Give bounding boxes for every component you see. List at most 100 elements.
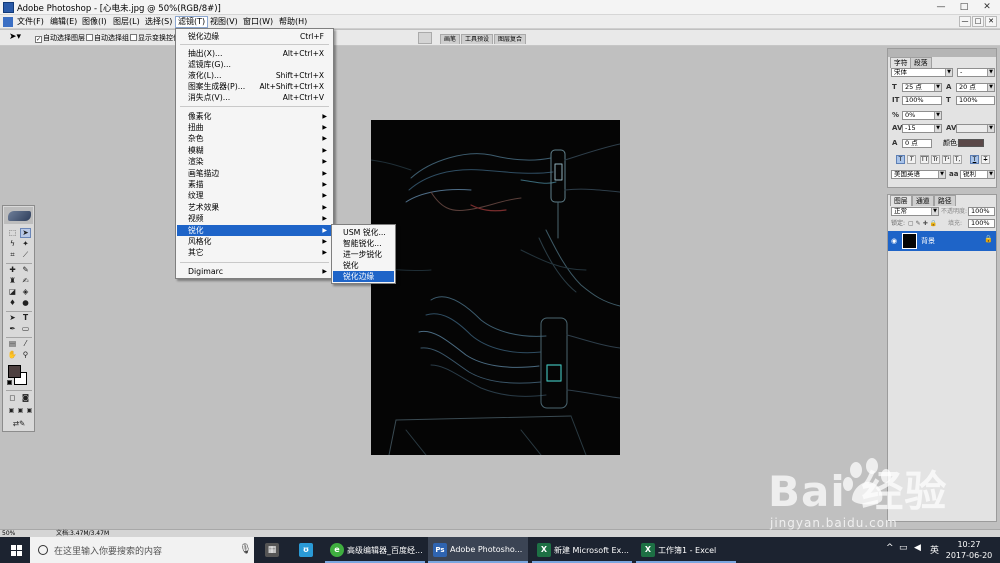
tab-brushes[interactable]: 画笔: [440, 34, 461, 44]
text-color-swatch[interactable]: [958, 139, 984, 147]
font-style-select[interactable]: - ▼: [957, 68, 995, 77]
lock-icons[interactable]: ▢✎✚🔒: [908, 220, 939, 227]
language-select[interactable]: 美国英语 ▼: [891, 170, 946, 179]
rectangle-tool-icon[interactable]: ▭: [20, 324, 31, 334]
doc-close-button[interactable]: ✕: [985, 16, 997, 27]
palette-well-icon[interactable]: [418, 32, 432, 44]
tab-tool-presets[interactable]: 工具预设: [461, 34, 494, 44]
anti-alias-select[interactable]: 锐利 ▼: [960, 170, 995, 179]
blur-tool-icon[interactable]: ♦: [7, 298, 18, 308]
jump-to-imageready-icon[interactable]: ⇄✎: [8, 419, 30, 429]
move-tool-icon[interactable]: ➤▾: [9, 32, 21, 42]
menu-item-artistic[interactable]: 艺术效果 ▶: [177, 202, 332, 213]
font-size-field[interactable]: 25 点 ▼: [902, 83, 942, 92]
taskbar-calculator[interactable]: ▦: [258, 537, 286, 563]
screen-mode-full-icon[interactable]: ▣: [24, 406, 35, 416]
menu-item-other[interactable]: 其它 ▶: [177, 247, 332, 258]
doc-minimize-button[interactable]: —: [959, 16, 971, 27]
tab-paths[interactable]: 路径: [934, 195, 956, 206]
leading-field[interactable]: 20 点 ▼: [956, 83, 995, 92]
faux-bold-button[interactable]: T: [896, 155, 905, 164]
standard-mode-icon[interactable]: ◻: [7, 393, 18, 403]
menu-window[interactable]: 窗口(W): [241, 16, 275, 28]
menu-item-noise[interactable]: 杂色 ▶: [177, 133, 332, 144]
strikethrough-button[interactable]: T: [981, 155, 990, 164]
pen-tool-icon[interactable]: ✒: [7, 324, 18, 334]
path-selection-tool-icon[interactable]: ➤: [7, 313, 18, 323]
menu-item-brush-strokes[interactable]: 画笔描边 ▶: [177, 168, 332, 179]
crop-tool-icon[interactable]: ⌗: [7, 250, 18, 260]
menu-image[interactable]: 图像(I): [80, 16, 109, 28]
tab-layer-comps[interactable]: 图层复合: [494, 34, 527, 44]
show-hidden-icons-icon[interactable]: ^: [886, 543, 894, 553]
close-button[interactable]: ✕: [974, 1, 1000, 14]
menu-item-texture[interactable]: 纹理 ▶: [177, 190, 332, 201]
menu-layer[interactable]: 图层(L): [111, 16, 142, 28]
menu-item-vanishing-point[interactable]: 消失点(V)... Alt+Ctrl+V: [177, 92, 332, 103]
taskbar-item-editor[interactable]: e 高级编辑器_百度经...: [325, 537, 425, 563]
menu-item-digimarc[interactable]: Digimarc ▶: [177, 266, 332, 277]
menu-item-blur[interactable]: 模糊 ▶: [177, 145, 332, 156]
submenu-item-smart-sharpen[interactable]: 智能锐化...: [333, 238, 394, 249]
healing-brush-tool-icon[interactable]: ✚: [7, 265, 18, 275]
menu-help[interactable]: 帮助(H): [277, 16, 309, 28]
taskbar-search[interactable]: 在这里输入你要搜索的内容 🎙: [30, 537, 254, 563]
history-brush-tool-icon[interactable]: ✍: [20, 276, 31, 286]
panel-header[interactable]: [888, 49, 996, 57]
network-icon[interactable]: ▭: [899, 543, 908, 553]
magic-wand-tool-icon[interactable]: ✦: [20, 239, 31, 249]
menu-item-sharpen[interactable]: 锐化 ▶: [177, 225, 332, 236]
foreground-color-swatch[interactable]: [8, 365, 21, 378]
taskbar-item-excel-new[interactable]: X 新建 Microsoft Ex...: [532, 537, 632, 563]
superscript-button[interactable]: T¹: [942, 155, 951, 164]
menu-item-video[interactable]: 视频 ▶: [177, 213, 332, 224]
auto-select-layer-option[interactable]: ✓ 自动选择图层: [35, 33, 85, 43]
hand-tool-icon[interactable]: ✋: [7, 350, 18, 360]
underline-button[interactable]: T: [970, 155, 979, 164]
zoom-tool-icon[interactable]: ⚲: [20, 350, 31, 360]
checkbox-icon[interactable]: [130, 34, 137, 41]
submenu-item-sharpen[interactable]: 锐化: [333, 260, 394, 271]
menu-select[interactable]: 选择(S): [143, 16, 174, 28]
menu-item-extract[interactable]: 抽出(X)... Alt+Ctrl+X: [177, 48, 332, 59]
faux-italic-button[interactable]: T: [907, 155, 916, 164]
lasso-tool-icon[interactable]: ϟ: [7, 239, 18, 249]
eraser-tool-icon[interactable]: ◪: [7, 287, 18, 297]
menu-item-render[interactable]: 渲染 ▶: [177, 156, 332, 167]
menu-edit[interactable]: 编辑(E): [48, 16, 79, 28]
small-caps-button[interactable]: Tr: [931, 155, 940, 164]
paint-bucket-tool-icon[interactable]: ◈: [20, 287, 31, 297]
menu-item-pixelate[interactable]: 像素化 ▶: [177, 111, 332, 122]
taskbar-item-excel-workbook[interactable]: X 工作簿1 - Excel: [636, 537, 736, 563]
horizontal-scale-field[interactable]: 100%: [956, 96, 995, 105]
kerning-field[interactable]: -15 ▼: [902, 124, 942, 133]
submenu-item-usm-sharpen[interactable]: USM 锐化...: [333, 227, 394, 238]
notes-tool-icon[interactable]: ▤: [7, 339, 18, 349]
menu-item-last-filter[interactable]: 锐化边缘 Ctrl+F: [177, 31, 332, 42]
menu-item-filter-gallery[interactable]: 滤镜库(G)...: [177, 59, 332, 70]
menu-item-liquify[interactable]: 液化(L)... Shift+Ctrl+X: [177, 70, 332, 81]
tab-layers[interactable]: 图层: [890, 195, 912, 206]
document-canvas[interactable]: [371, 120, 620, 455]
toolbox-header[interactable]: [4, 207, 33, 224]
layer-row-background[interactable]: ◉ 背景 🔒: [888, 231, 996, 251]
system-clock[interactable]: 10:27 2017-06-20: [944, 539, 994, 561]
doc-restore-button[interactable]: □: [972, 16, 984, 27]
show-transform-option[interactable]: 显示变换控件: [130, 33, 180, 43]
taskbar-app-store[interactable]: ʊ: [292, 537, 320, 563]
opacity-field[interactable]: 100%: [968, 207, 995, 216]
tab-paragraph[interactable]: 段落: [910, 57, 932, 68]
volume-icon[interactable]: ◀: [914, 543, 921, 553]
type-tool-icon[interactable]: T: [20, 313, 31, 323]
checkbox-icon[interactable]: [86, 34, 93, 41]
quick-mask-icon[interactable]: ◙: [20, 393, 31, 403]
tab-channels[interactable]: 通道: [912, 195, 934, 206]
menu-item-distort[interactable]: 扭曲 ▶: [177, 122, 332, 133]
vertical-scale-field[interactable]: 100%: [902, 96, 942, 105]
move-tool-icon[interactable]: ➤: [20, 228, 31, 238]
clone-stamp-tool-icon[interactable]: ♜: [7, 276, 18, 286]
tracking-amount-field[interactable]: ▼: [956, 124, 995, 133]
eyedropper-tool-icon[interactable]: ⁄: [20, 339, 31, 349]
default-colors-icon[interactable]: [7, 380, 12, 385]
slice-tool-icon[interactable]: ⟋: [20, 250, 31, 260]
